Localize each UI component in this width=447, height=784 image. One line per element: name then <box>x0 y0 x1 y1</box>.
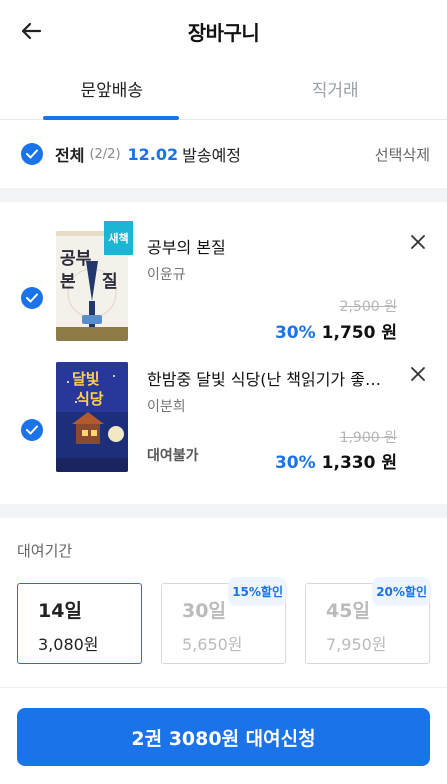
ship-date: 12.02 <box>127 144 179 164</box>
rental-price: 7,950원 <box>326 635 387 654</box>
sale-price: 1,750 원 <box>321 323 397 343</box>
app-header: 장바구니 <box>0 0 447 62</box>
sale-price: 1,330 원 <box>321 453 397 473</box>
tab-direct-trade[interactable]: 직거래 <box>224 62 447 119</box>
rental-days: 14일 <box>38 600 82 622</box>
rental-unavailable-note: 대여불가 <box>147 448 199 464</box>
book-cover[interactable]: 달빛 식당 <box>56 362 128 472</box>
svg-text:달빛: 달빛 <box>72 370 100 388</box>
close-icon <box>411 367 425 381</box>
footer-divider <box>0 687 447 688</box>
sale-price-row: 30% 1,330 원 <box>275 448 397 473</box>
svg-text:공부: 공부 <box>60 249 92 269</box>
rental-period-label: 대여기간 <box>17 542 73 560</box>
rental-period-options: 14일 3,080원 15%할인 30일 5,650원 20%할인 45일 7,… <box>17 577 431 664</box>
cart-item: 달빛 식당 한밤중 달빛 식당(난 책읽기가 좋… 이분희 1,900 원 대여… <box>0 354 447 494</box>
select-all-checkbox[interactable] <box>21 143 43 165</box>
rental-discount-badge: 15%할인 <box>228 577 287 606</box>
item-checkbox[interactable] <box>21 419 43 441</box>
select-all-row: 전체 (2/2) 12.02 발송예정 선택삭제 <box>0 120 447 188</box>
sale-price-row: 30% 1,750 원 <box>275 318 397 343</box>
rental-option-30[interactable]: 15%할인 30일 5,650원 <box>161 577 287 664</box>
original-price: 1,900 원 <box>339 430 397 446</box>
remove-item-button[interactable] <box>409 233 427 251</box>
discount-rate: 30% <box>274 323 316 343</box>
original-price: 2,500 원 <box>339 299 397 315</box>
section-divider <box>0 188 447 202</box>
cart-list: 공부 본 질 새책 공부의 본질 이윤규 2,500 원 30% 1,750 원 <box>0 202 447 504</box>
rental-option-45[interactable]: 20%할인 45일 7,950원 <box>305 577 431 664</box>
new-book-badge: 새책 <box>104 221 133 255</box>
item-author: 이분희 <box>147 399 186 415</box>
back-button[interactable] <box>14 16 48 46</box>
item-title[interactable]: 한밤중 달빛 식당(난 책읽기가 좋… <box>147 366 392 390</box>
selected-count: (2/2) <box>89 146 121 162</box>
delivery-tabs: 문앞배송 직거래 <box>0 62 447 120</box>
tab-door-delivery[interactable]: 문앞배송 <box>0 62 224 120</box>
rental-option-14[interactable]: 14일 3,080원 <box>17 583 142 664</box>
check-icon <box>26 425 38 435</box>
cart-item: 공부 본 질 새책 공부의 본질 이윤규 2,500 원 30% 1,750 원 <box>0 214 447 354</box>
discount-rate: 30% <box>274 453 316 473</box>
svg-text:본: 본 <box>60 272 76 292</box>
item-author: 이윤규 <box>147 267 186 283</box>
section-divider <box>0 504 447 518</box>
check-icon <box>26 293 38 303</box>
rental-period-section: 대여기간 14일 3,080원 15%할인 30일 5,650원 20%할인 4… <box>0 518 447 664</box>
book-cover-art: 달빛 식당 <box>56 362 128 472</box>
delete-selected-button[interactable]: 선택삭제 <box>375 144 430 165</box>
ship-label: 발송예정 <box>182 146 242 165</box>
svg-text:식당: 식당 <box>76 390 104 408</box>
check-icon <box>26 149 38 159</box>
select-all-label: 전체 <box>55 146 85 165</box>
rental-price: 3,080원 <box>38 635 99 654</box>
item-title[interactable]: 공부의 본질 <box>147 234 392 258</box>
remove-item-button[interactable] <box>409 365 427 383</box>
svg-text:질: 질 <box>102 271 118 292</box>
close-icon <box>411 235 425 249</box>
page-title: 장바구니 <box>187 20 260 45</box>
rental-request-button[interactable]: 2권 3080원 대여신청 <box>17 708 430 766</box>
arrow-left-icon <box>21 22 42 40</box>
item-checkbox[interactable] <box>21 287 43 309</box>
rental-discount-badge: 20%할인 <box>372 577 431 606</box>
rental-price: 5,650원 <box>182 635 243 654</box>
